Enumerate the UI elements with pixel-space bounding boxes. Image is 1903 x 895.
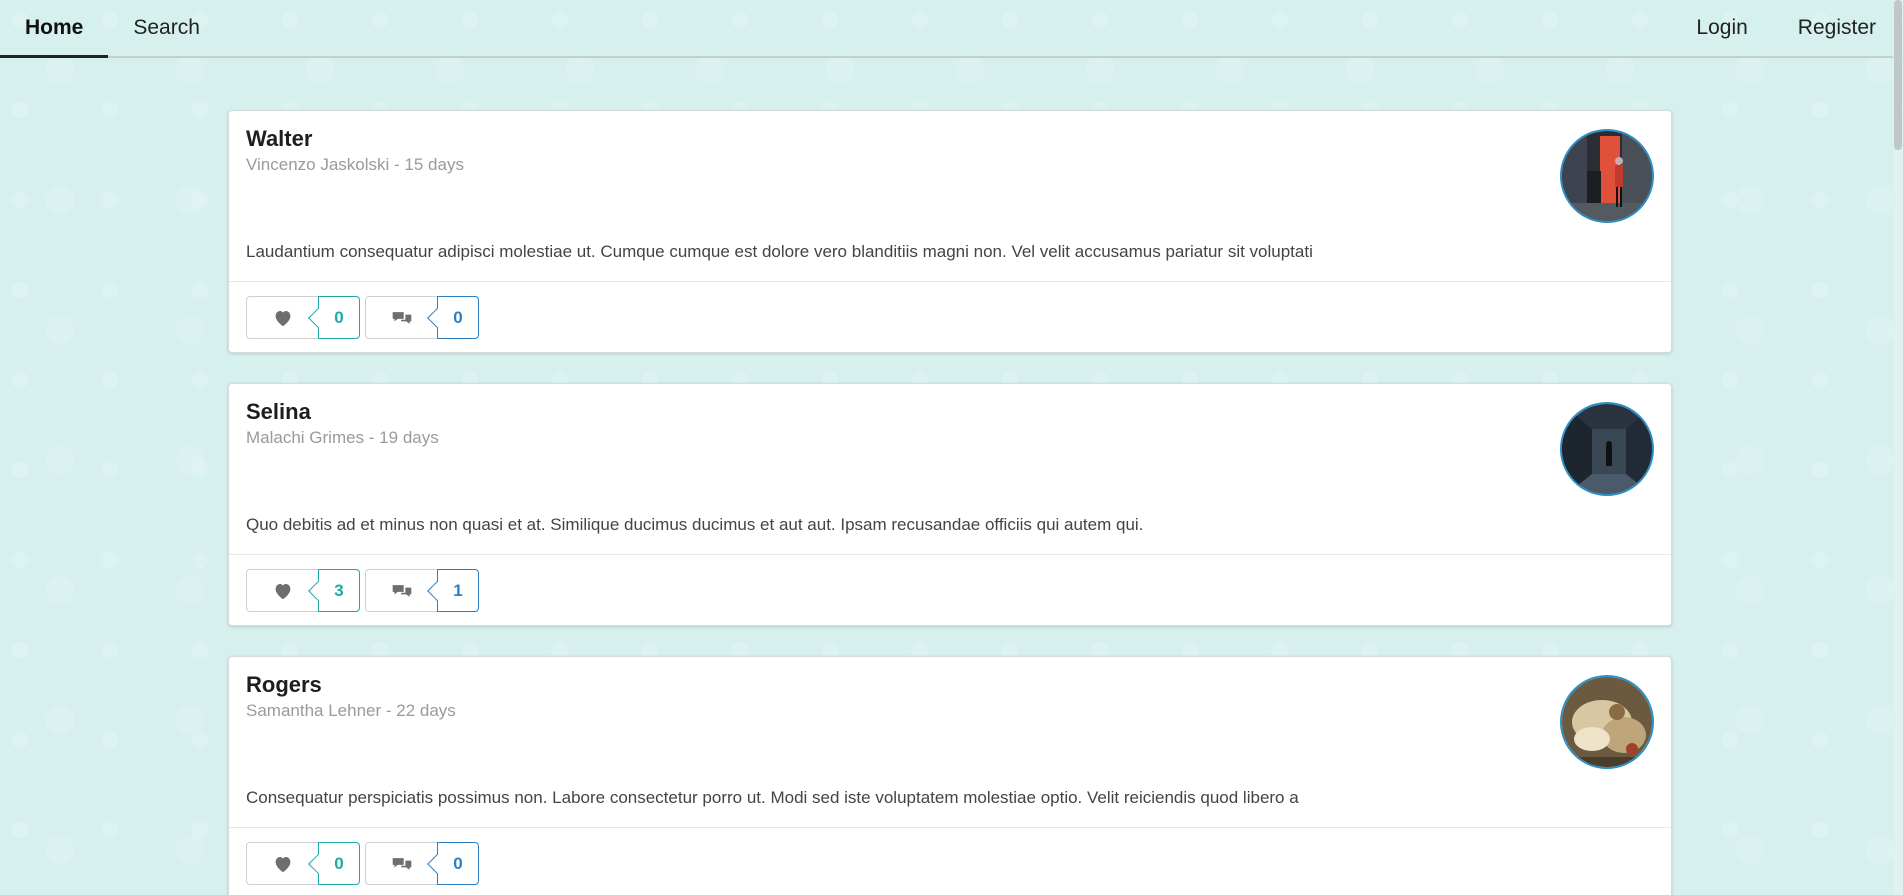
divider [229,827,1671,828]
comments-icon [391,855,413,873]
post-description: Laudantium consequatur adipisci molestia… [246,242,1313,261]
post-description: Quo debitis ad et minus non quasi et at.… [246,515,1144,534]
like-action[interactable]: 3 [246,569,360,612]
avatar-photo-icon [1562,677,1652,767]
divider [229,554,1671,555]
comment-count: 0 [437,296,479,339]
post-meta: Malachi Grimes - 19 days [246,428,439,447]
comment-action[interactable]: 0 [365,296,479,339]
comments-icon [391,309,413,327]
post-description: Consequatur perspiciatis possimus non. L… [246,788,1299,807]
post-avatar[interactable] [1560,675,1654,769]
top-navigation: Home Search Login Register [0,0,1903,58]
nav-register[interactable]: Register [1773,0,1903,56]
avatar-photo-icon [1562,404,1652,494]
like-action[interactable]: 0 [246,296,360,339]
comment-count: 1 [437,569,479,612]
nav-home[interactable]: Home [0,0,109,58]
post-avatar[interactable] [1560,129,1654,223]
post-card[interactable]: Rogers Samantha Lehner - 22 days Consequ… [228,656,1672,895]
nav-login[interactable]: Login [1671,0,1772,56]
like-action[interactable]: 0 [246,842,360,885]
heart-icon [273,309,293,327]
scrollbar-thumb[interactable] [1894,0,1902,150]
like-count: 0 [318,296,360,339]
comments-icon [391,582,413,600]
like-count: 3 [318,569,360,612]
post-feed: Walter Vincenzo Jaskolski - 15 days Laud… [228,110,1672,895]
post-actions: 3 1 [246,569,479,612]
post-avatar[interactable] [1560,402,1654,496]
post-card[interactable]: Walter Vincenzo Jaskolski - 15 days Laud… [228,110,1672,353]
comment-action[interactable]: 0 [365,842,479,885]
divider [229,281,1671,282]
post-title[interactable]: Rogers [246,671,1654,699]
post-meta: Samantha Lehner - 22 days [246,701,456,720]
post-title[interactable]: Selina [246,398,1654,426]
post-actions: 0 0 [246,296,479,339]
comment-count: 0 [437,842,479,885]
comment-action[interactable]: 1 [365,569,479,612]
nav-search[interactable]: Search [108,0,225,56]
post-meta: Vincenzo Jaskolski - 15 days [246,155,464,174]
vertical-scrollbar[interactable] [1893,0,1903,895]
like-count: 0 [318,842,360,885]
post-card[interactable]: Selina Malachi Grimes - 19 days Quo debi… [228,383,1672,626]
heart-icon [273,855,293,873]
post-actions: 0 0 [246,842,479,885]
avatar-photo-icon [1562,131,1652,221]
post-title[interactable]: Walter [246,125,1654,153]
heart-icon [273,582,293,600]
